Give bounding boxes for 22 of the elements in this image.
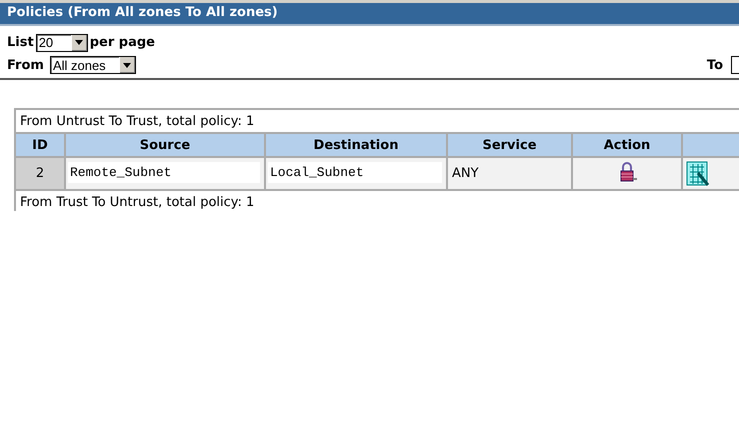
caret-icon	[123, 62, 132, 68]
list-label: List	[7, 35, 34, 50]
per-page-label: per page	[90, 35, 155, 50]
column-header: ID	[15, 133, 65, 157]
dropdown[interactable]: All zones	[50, 56, 136, 74]
to-label: To	[706, 58, 723, 72]
panel-title: Policies (From All zones To All zones)	[0, 3, 739, 26]
column-header: Destination	[265, 133, 447, 157]
service-cell: ANY	[447, 157, 572, 190]
destination-address: Local_Subnet	[268, 162, 442, 183]
dropdown[interactable]: 20	[36, 34, 88, 52]
from-label: From	[7, 58, 44, 72]
section-caption: From Trust To Untrust, total policy: 1	[15, 190, 739, 211]
id-cell: 2	[15, 157, 65, 190]
to-dropdown[interactable]	[731, 56, 739, 74]
column-header: Action	[572, 133, 682, 157]
column-header: Service	[447, 133, 572, 157]
source-address: Remote_Subnet	[68, 162, 260, 183]
section-caption: From Untrust To Trust, total policy: 1	[15, 109, 739, 133]
column-header: Source	[65, 133, 265, 157]
caret-icon	[75, 40, 84, 45]
edit-table-icon[interactable]	[686, 160, 710, 186]
